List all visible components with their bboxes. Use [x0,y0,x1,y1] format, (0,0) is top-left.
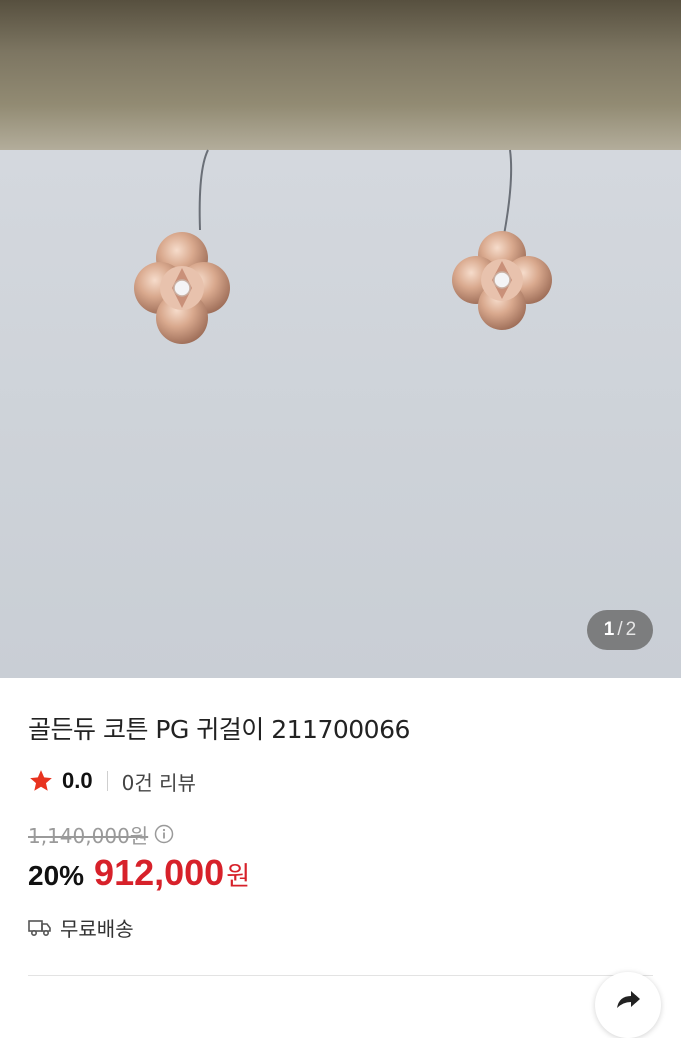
shipping-label: 무료배송 [60,916,134,941]
rating-value: 0.0 [62,768,93,793]
pager-separator: / [617,619,623,640]
original-price: 1,140,000원 [28,823,149,848]
earring-left-image [134,149,230,344]
pager-current: 1 [603,619,615,640]
background-wall [0,0,681,150]
sale-price: 912,000 [94,852,225,893]
rating-row[interactable]: 0.0 0건 리뷰 [28,766,196,796]
product-image[interactable]: 1 / 2 [0,0,681,678]
display-board [0,150,681,678]
pager-total: 2 [625,619,637,640]
shipping-row: 무료배송 [28,912,134,942]
sale-price-row: 20% 912,000 원 [28,852,250,894]
info-icon[interactable] [154,824,174,844]
truck-icon [28,920,51,937]
image-pager: 1 / 2 [587,610,653,650]
review-count[interactable]: 0건 리뷰 [122,767,196,796]
share-icon [617,991,640,1008]
discount-rate: 20% [28,860,85,891]
product-title: 골든듀 코튼 PG 귀걸이 211700066 [28,715,410,744]
earring-right-image [452,149,552,330]
section-divider [28,975,653,976]
star-icon [30,770,52,791]
currency-unit: 원 [226,862,251,892]
original-price-row: 1,140,000원 [28,820,174,848]
share-button[interactable] [595,972,661,1038]
rating-divider [106,771,108,791]
